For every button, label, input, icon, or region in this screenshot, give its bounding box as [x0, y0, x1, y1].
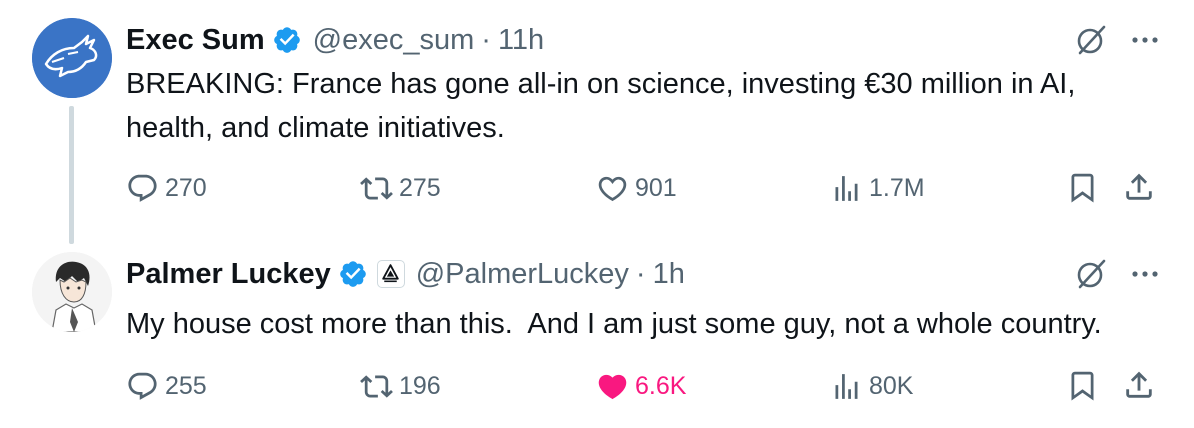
tweet-actions: 270 275 901 1.7M — [126, 168, 1166, 208]
retweet-count: 196 — [399, 371, 441, 400]
more-options-icon[interactable] — [1130, 25, 1160, 55]
views-count: 80K — [869, 371, 914, 400]
reply-count: 255 — [165, 371, 207, 400]
retweet-count: 275 — [399, 173, 441, 202]
affiliation-badge[interactable] — [376, 260, 405, 288]
views-chart-icon — [835, 373, 858, 399]
reply-button[interactable]: 255 — [126, 366, 207, 406]
bull-logo-icon — [32, 18, 112, 98]
anduril-logo-icon — [382, 264, 399, 283]
retweet-icon — [360, 176, 393, 200]
like-button[interactable]: 901 — [596, 168, 677, 208]
retweet-button[interactable]: 196 — [360, 366, 441, 406]
separator-dot: · — [481, 23, 491, 56]
verified-badge-icon[interactable] — [272, 25, 302, 55]
heart-icon — [598, 176, 627, 201]
anime-portrait-avatar — [32, 252, 112, 332]
timestamp[interactable]: 1h — [653, 258, 685, 291]
reply-count: 270 — [165, 173, 207, 202]
tweet-text: BREAKING: France has gone all-in on scie… — [126, 68, 1084, 144]
tweet-actions: 255 196 6.6K 80K — [126, 366, 1166, 406]
tweet[interactable]: Palmer Luckey @PalmerLuckey · 1h My hous… — [0, 240, 1194, 428]
views-count: 1.7M — [869, 173, 925, 202]
tweet-text: My house cost more than this. And I am j… — [126, 308, 1102, 340]
tweet-top-actions — [1074, 254, 1160, 294]
share-icon[interactable] — [1122, 368, 1156, 402]
tweet-header: Exec Sum @exec_sum · 11h — [126, 20, 544, 60]
views-button[interactable]: 80K — [830, 366, 913, 406]
share-icon[interactable] — [1122, 170, 1156, 204]
like-count: 901 — [635, 173, 677, 202]
tweet-top-actions — [1074, 20, 1160, 60]
handle[interactable]: @PalmerLuckey — [416, 258, 629, 291]
verified-badge-icon[interactable] — [338, 259, 368, 289]
avatar[interactable] — [32, 18, 112, 98]
timestamp[interactable]: 11h — [498, 24, 544, 57]
reply-icon — [128, 174, 157, 202]
handle[interactable]: @exec_sum — [313, 24, 475, 57]
retweet-icon — [360, 374, 393, 398]
display-name[interactable]: Exec Sum — [126, 24, 265, 57]
separator-dot: · — [635, 257, 646, 290]
like-button[interactable]: 6.6K — [596, 366, 686, 406]
bookmark-icon[interactable] — [1066, 171, 1099, 204]
retweet-button[interactable]: 275 — [360, 168, 441, 208]
more-options-icon[interactable] — [1130, 259, 1160, 289]
reply-icon — [128, 372, 157, 400]
grok-icon[interactable] — [1074, 257, 1108, 291]
tweet-header: Palmer Luckey @PalmerLuckey · 1h — [126, 254, 685, 294]
grok-icon[interactable] — [1074, 23, 1108, 57]
bookmark-icon[interactable] — [1066, 369, 1099, 402]
views-chart-icon — [835, 175, 858, 201]
reply-button[interactable]: 270 — [126, 168, 207, 208]
avatar[interactable] — [32, 252, 112, 332]
tweet[interactable]: Exec Sum @exec_sum · 11h BREAKING: Franc… — [0, 0, 1194, 244]
like-count: 6.6K — [635, 371, 687, 400]
display-name[interactable]: Palmer Luckey — [126, 258, 331, 291]
views-button[interactable]: 1.7M — [830, 168, 925, 208]
heart-filled-icon — [598, 374, 627, 399]
thread-connector-line — [69, 106, 74, 244]
